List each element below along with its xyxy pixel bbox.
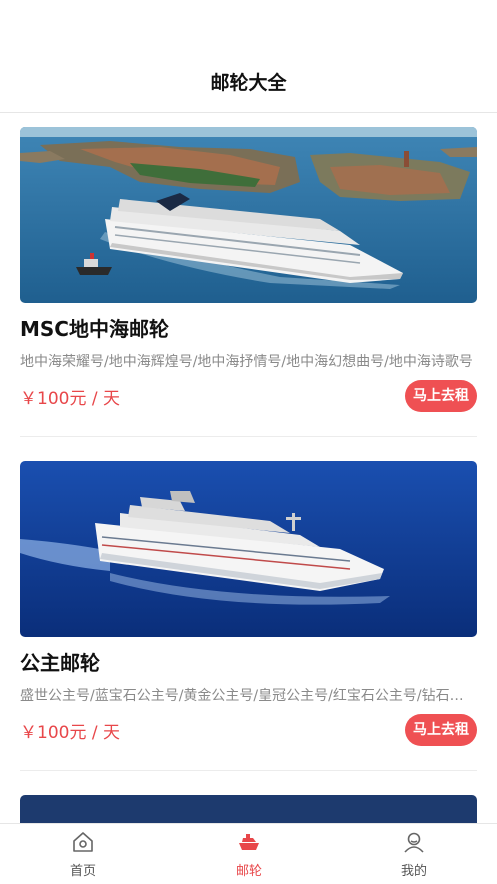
cruise-title: 公主邮轮 bbox=[20, 651, 100, 675]
cruise-card-msc[interactable]: MSC地中海邮轮 地中海荣耀号/地中海辉煌号/地中海抒情号/地中海幻想曲号/地中… bbox=[20, 127, 477, 420]
cruise-list[interactable]: MSC地中海邮轮 地中海荣耀号/地中海辉煌号/地中海抒情号/地中海幻想曲号/地中… bbox=[0, 113, 497, 823]
rent-now-button[interactable]: 马上去租 bbox=[405, 380, 477, 412]
cruise-image-msc[interactable] bbox=[20, 127, 477, 303]
rent-now-button[interactable]: 马上去租 bbox=[405, 714, 477, 746]
tab-mine-label: 我的 bbox=[400, 864, 427, 879]
cruise-card-princess[interactable]: 公主邮轮 盛世公主号/蓝宝石公主号/黄金公主号/皇冠公主号/红宝石公主号/钻石公… bbox=[20, 461, 477, 754]
tab-mine[interactable]: 我的 bbox=[354, 824, 474, 884]
cruise-image-partial[interactable] bbox=[20, 795, 477, 823]
tab-home[interactable]: 首页 bbox=[23, 824, 143, 884]
cruise-ship-list: 盛世公主号/蓝宝石公主号/黄金公主号/皇冠公主号/红宝石公主号/钻石公主号 bbox=[20, 688, 477, 704]
divider bbox=[20, 436, 477, 437]
cruise-title: MSC地中海邮轮 bbox=[20, 317, 169, 341]
tab-cruise[interactable]: 邮轮 bbox=[189, 824, 309, 884]
tab-cruise-label: 邮轮 bbox=[235, 864, 262, 879]
divider bbox=[20, 770, 477, 771]
cruise-ship-list: 地中海荣耀号/地中海辉煌号/地中海抒情号/地中海幻想曲号/地中海诗歌号 bbox=[20, 354, 473, 370]
tab-home-label: 首页 bbox=[69, 864, 96, 879]
user-icon bbox=[404, 832, 424, 853]
app-header: 邮轮大全 bbox=[0, 0, 497, 113]
page-title: 邮轮大全 bbox=[210, 72, 287, 94]
price-label: ￥100元 / 天 bbox=[20, 389, 120, 409]
cruise-image-princess[interactable] bbox=[20, 461, 477, 637]
bottom-tab-bar: 首页 邮轮 我的 bbox=[0, 823, 497, 884]
price-row: ￥100元 / 天 马上去租 bbox=[20, 714, 477, 754]
ship-icon bbox=[239, 834, 259, 850]
price-row: ￥100元 / 天 马上去租 bbox=[20, 380, 477, 420]
cruise-card-partial[interactable] bbox=[20, 795, 477, 823]
home-icon bbox=[73, 832, 93, 852]
price-label: ￥100元 / 天 bbox=[20, 723, 120, 743]
